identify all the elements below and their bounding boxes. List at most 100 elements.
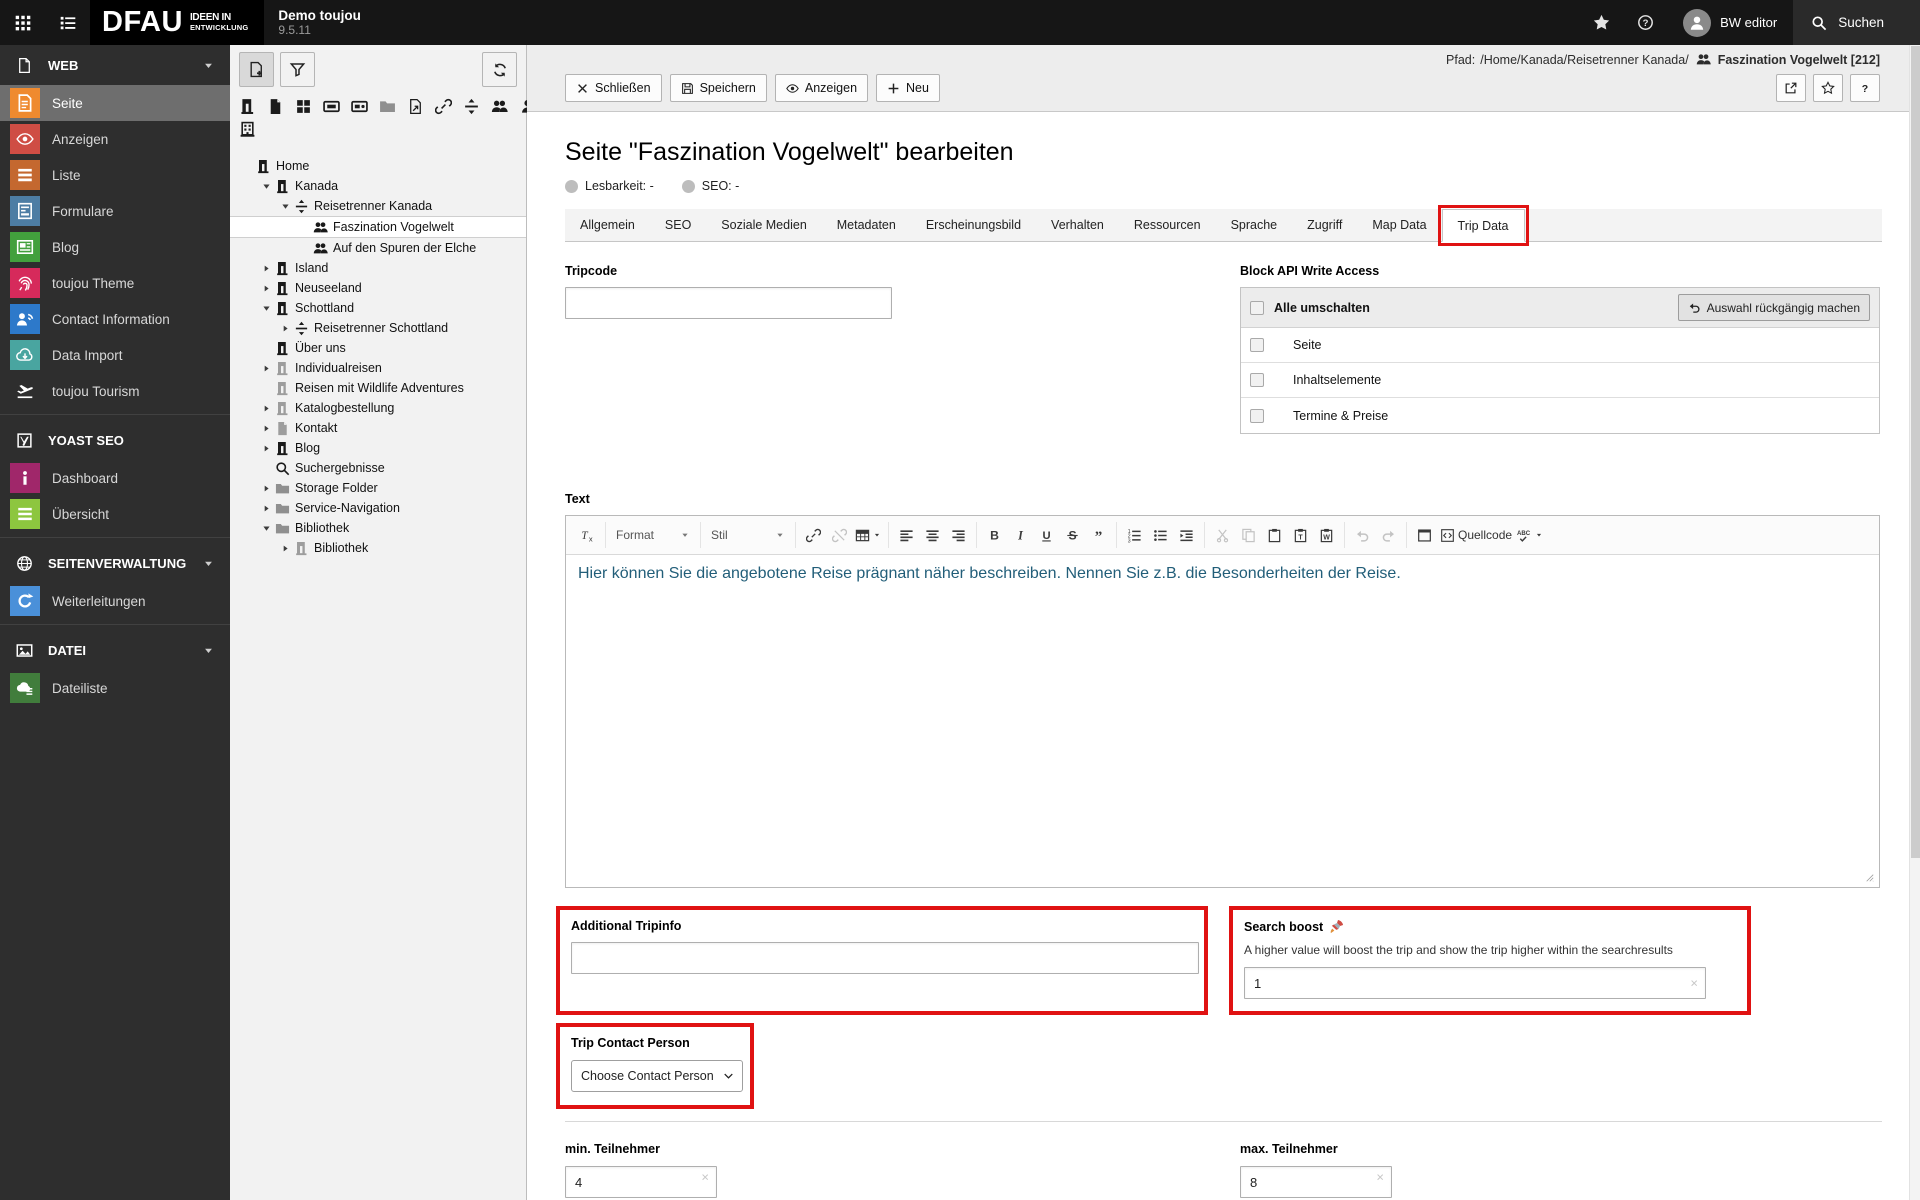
topbar-search[interactable]: Suchen [1793,0,1920,45]
tree-node-service-navigation[interactable]: Service-Navigation [230,498,526,518]
clear-icon[interactable]: × [1376,1171,1384,1184]
format-select[interactable]: Format [611,523,695,548]
copy-button[interactable] [1236,523,1261,548]
clear-icon[interactable]: × [701,1171,709,1184]
sidebar-item-toujou-tourism[interactable]: toujou Tourism [0,373,230,409]
paste-word-button[interactable]: W [1314,523,1339,548]
spacer-icon[interactable] [463,98,480,115]
tree-node-faszination-vogelwelt[interactable]: Faszination Vogelwelt [230,216,526,238]
sidebar-item-anzeigen[interactable]: Anzeigen [0,121,230,157]
sidebar-item-formulare[interactable]: Formulare [0,193,230,229]
sidebar-item-data-import[interactable]: Data Import [0,337,230,373]
tree-expander[interactable] [278,544,292,553]
sidebar-section-web[interactable]: WEB [0,45,230,85]
tree-node-reisetrenner-schottland[interactable]: Reisetrenner Schottland [230,318,526,338]
align-right-button[interactable] [946,523,971,548]
help-question-button[interactable]: ? [1850,74,1880,102]
remove-format-button[interactable]: Tx [575,523,600,548]
indent-button[interactable] [1174,523,1199,548]
scrollbar-thumb[interactable] [1911,46,1920,858]
sidebar-section-datei[interactable]: DATEI [0,630,230,670]
tab-ressourcen[interactable]: Ressourcen [1119,209,1216,241]
tree-node-reisen-mit-wildlife-adventures[interactable]: Reisen mit Wildlife Adventures [230,378,526,398]
sidebar-section-yoast-seo[interactable]: YOAST SEO [0,420,230,460]
tree-expander[interactable] [278,202,292,211]
checkbox[interactable] [1250,373,1264,387]
paste-button[interactable] [1262,523,1287,548]
tab-soziale-medien[interactable]: Soziale Medien [706,209,821,241]
tab-erscheinungsbild[interactable]: Erscheinungsbild [911,209,1036,241]
sidebar-item-toujou-theme[interactable]: toujou Theme [0,265,230,301]
new-page-button[interactable] [239,52,274,87]
modules-toggle-button[interactable] [0,0,45,45]
refresh-tree-button[interactable] [482,52,517,87]
source-code-button[interactable]: Quellcode [1438,523,1514,548]
tab-verhalten[interactable]: Verhalten [1036,209,1119,241]
tree-expander[interactable] [278,324,292,333]
tree-expander[interactable] [259,404,273,413]
schliessen-button[interactable]: Schließen [565,74,662,102]
tree-node-bibliothek[interactable]: Bibliothek [230,538,526,558]
sidebar-item-blog[interactable]: Blog [0,229,230,265]
bold-button[interactable]: B [982,523,1007,548]
user-menu[interactable]: BW editor [1667,0,1793,45]
sidebar-section-seitenverwaltung[interactable]: SEITENVERWALTUNG [0,543,230,583]
spellcheck-button[interactable]: ABC [1515,523,1545,548]
neu-button[interactable]: Neu [876,74,940,102]
tree-expander[interactable] [259,444,273,453]
tree-node-schottland[interactable]: Schottland [230,298,526,318]
checkbox[interactable] [1250,409,1264,423]
tree-node-neuseeland[interactable]: Neuseeland [230,278,526,298]
user-group-icon[interactable] [491,98,508,115]
tab-seo[interactable]: SEO [650,209,706,241]
toggle-all-checkbox[interactable] [1250,301,1264,315]
align-left-button[interactable] [894,523,919,548]
cut-button[interactable] [1210,523,1235,548]
clear-icon[interactable]: × [1690,977,1698,990]
page-blank-icon[interactable] [267,98,284,115]
insert-link-button[interactable] [801,523,826,548]
tree-node-individualreisen[interactable]: Individualreisen [230,358,526,378]
strikethrough-button[interactable]: S [1060,523,1085,548]
tab-metadaten[interactable]: Metadaten [822,209,911,241]
unlink-button[interactable] [827,523,852,548]
blockquote-button[interactable]: ” [1086,523,1111,548]
tree-expander[interactable] [259,284,273,293]
tree-node-ueber-uns[interactable]: Über uns [230,338,526,358]
tree-node-storage-folder[interactable]: Storage Folder [230,478,526,498]
tree-node-bibliothek[interactable]: Bibliothek [230,518,526,538]
redo-button[interactable] [1376,523,1401,548]
tree-node-suchergebnisse[interactable]: Suchergebnisse [230,458,526,478]
star-outline-button[interactable] [1813,74,1843,102]
sidebar-item-liste[interactable]: Liste [0,157,230,193]
tab-allgemein[interactable]: Allgemein [565,209,650,241]
tree-node-kanada[interactable]: Kanada [230,176,526,196]
folder-icon[interactable] [379,98,396,115]
content-grid-icon[interactable] [295,98,312,115]
tab-trip-data[interactable]: Trip Data [1442,209,1525,242]
paste-text-button[interactable]: T [1288,523,1313,548]
tree-expander[interactable] [259,264,273,273]
sidebar-item-seite[interactable]: Seite [0,85,230,121]
italic-button[interactable]: I [1008,523,1033,548]
building-icon[interactable] [239,121,256,138]
unordered-list-button[interactable] [1148,523,1173,548]
min-teilnehmer-input[interactable] [565,1166,717,1198]
underline-button[interactable]: U [1034,523,1059,548]
banner-icon[interactable] [323,98,340,115]
sidebar-item-dashboard[interactable]: Dashboard [0,460,230,496]
checkbox[interactable] [1250,338,1264,352]
tree-expander[interactable] [259,424,273,433]
max-teilnehmer-input[interactable] [1240,1166,1392,1198]
maximize-button[interactable] [1412,523,1437,548]
tree-expander[interactable] [259,304,273,313]
sidebar-item-uebersicht[interactable]: Übersicht [0,496,230,532]
tree-node-blog[interactable]: Blog [230,438,526,458]
tab-map-data[interactable]: Map Data [1357,209,1441,241]
ordered-list-button[interactable]: 123 [1122,523,1147,548]
tree-expander[interactable] [259,504,273,513]
undo-button[interactable] [1350,523,1375,548]
tree-node-home[interactable]: Home [230,156,526,176]
brand-logo[interactable]: DFAU IDEEN IN ENTWICKLUNG [90,0,264,45]
undo-selection-button[interactable]: Auswahl rückgängig machen [1678,294,1870,321]
